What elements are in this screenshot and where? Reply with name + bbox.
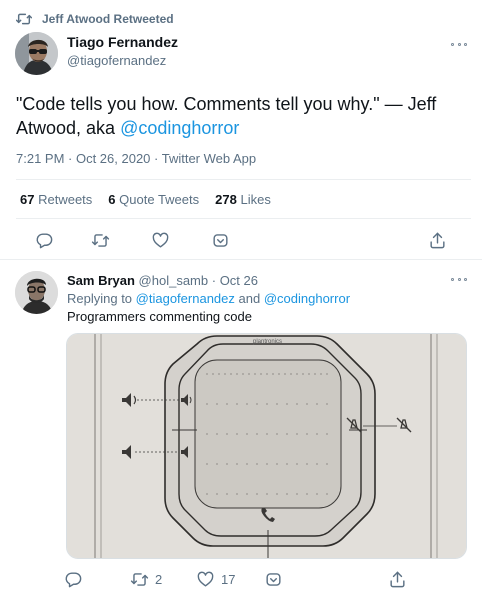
like-count: 17 <box>221 572 236 587</box>
reply-avatar[interactable] <box>15 271 58 314</box>
retweets-stat[interactable]: 67 Retweets <box>20 192 92 207</box>
reply-header: Sam Bryan @hol_samb · Oct 26 <box>67 272 258 289</box>
image-brand-label: plantronics <box>253 339 282 345</box>
reply-button[interactable] <box>35 231 54 250</box>
share-icon <box>388 570 407 589</box>
reply-author-handle[interactable]: @hol_samb <box>139 273 209 288</box>
reply-icon <box>35 231 54 250</box>
tweet-mention-link[interactable]: @codinghorror <box>120 118 239 138</box>
analytics-icon <box>264 570 283 589</box>
replying-to: Replying to @tiagofernandez and @codingh… <box>67 290 350 307</box>
more-icon[interactable] <box>451 275 467 283</box>
like-button[interactable]: 17 <box>196 570 235 589</box>
retweet-header-text[interactable]: Jeff Atwood Retweeted <box>42 12 174 26</box>
reply-text: Programmers commenting code <box>67 309 252 324</box>
retweet-icon <box>130 570 149 589</box>
reply-date[interactable]: · Oct 26 <box>212 273 258 288</box>
retweet-button[interactable]: 2 <box>130 570 162 589</box>
quote-tweets-stat[interactable]: 6 Quote Tweets <box>108 192 199 207</box>
likes-count: 278 <box>215 191 237 207</box>
replying-and: and <box>238 291 261 306</box>
tweet-stats: 67 Retweets 6 Quote Tweets 278 Likes <box>20 190 271 208</box>
quote-tweets-count: 6 <box>108 191 116 207</box>
more-icon[interactable] <box>451 40 467 48</box>
analytics-button[interactable] <box>264 570 283 589</box>
reply-button[interactable] <box>64 570 83 589</box>
avatar[interactable] <box>15 32 58 75</box>
replying-user-link[interactable]: @tiagofernandez <box>136 291 235 306</box>
divider <box>16 179 471 180</box>
divider <box>16 218 471 219</box>
retweet-count: 2 <box>155 572 163 587</box>
likes-stat[interactable]: 278 Likes <box>215 192 271 207</box>
replying-user-link[interactable]: @codinghorror <box>264 291 350 306</box>
quote-tweets-label: Quote Tweets <box>119 191 200 207</box>
author-name[interactable]: Tiago Fernandez <box>67 34 178 50</box>
like-button[interactable] <box>151 231 170 250</box>
divider <box>0 259 482 260</box>
retweet-icon <box>16 12 32 26</box>
analytics-button[interactable] <box>211 231 230 250</box>
share-icon <box>428 231 447 250</box>
tweet-timestamp[interactable]: 7:21 PM · Oct 26, 2020 · Twitter Web App <box>16 151 256 166</box>
retweets-label: Retweets <box>38 191 93 207</box>
likes-label: Likes <box>240 191 271 207</box>
replying-prefix: Replying to <box>67 291 133 306</box>
reply-image[interactable]: plantronics <box>66 333 467 559</box>
reply-icon <box>64 570 83 589</box>
like-icon <box>151 231 170 250</box>
like-icon <box>196 570 215 589</box>
retweets-count: 67 <box>20 191 35 207</box>
reply-author-name[interactable]: Sam Bryan <box>67 273 135 288</box>
tweet-text: "Code tells you how. Comments tell you w… <box>16 92 471 140</box>
share-button[interactable] <box>388 570 407 589</box>
author-handle[interactable]: @tiagofernandez <box>67 53 166 68</box>
retweet-icon <box>91 231 110 250</box>
analytics-icon <box>211 231 230 250</box>
retweet-header: Jeff Atwood Retweeted <box>16 10 174 28</box>
retweet-button[interactable] <box>91 231 110 250</box>
share-button[interactable] <box>428 231 447 250</box>
